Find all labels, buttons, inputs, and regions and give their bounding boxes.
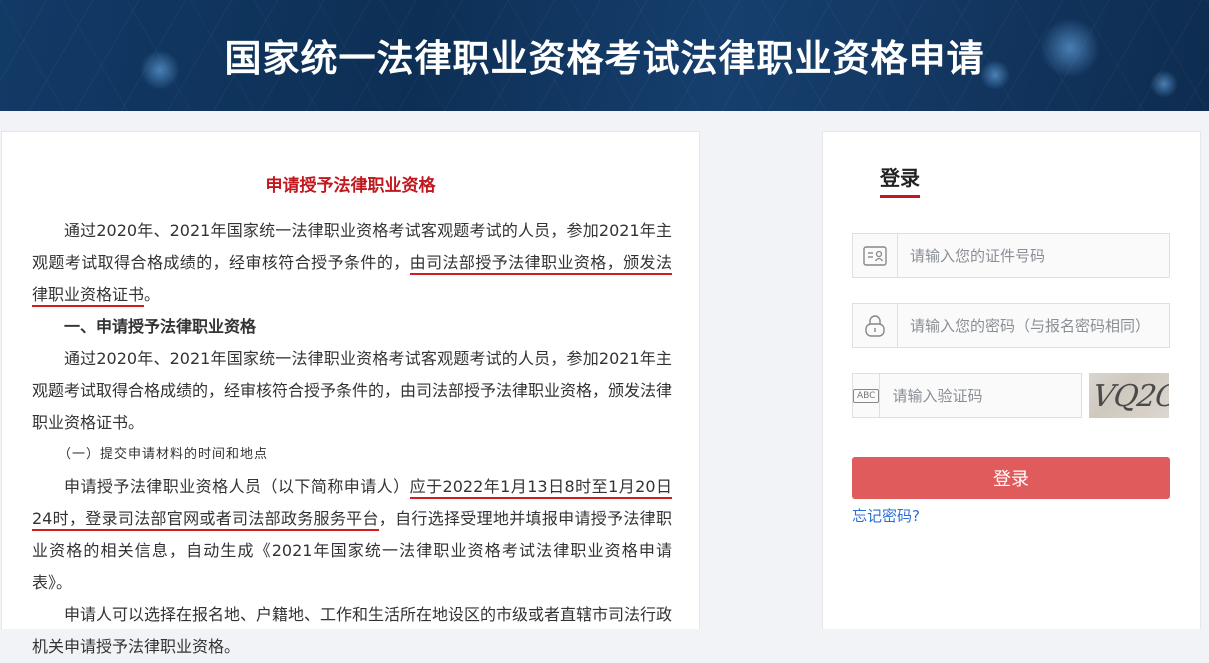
paragraph-text: 申请授予法律职业资格人员（以下简称申请人）: [64, 477, 410, 496]
article-panel: 申请授予法律职业资格 通过2020年、2021年国家统一法律职业资格考试客观题考…: [1, 131, 700, 656]
paragraph-2: 通过2020年、2021年国家统一法律职业资格考试客观题考试的人员，参加2021…: [32, 349, 673, 432]
id-number-field: [852, 233, 1170, 278]
login-panel: 登录 ABC VQ2C 登录: [822, 131, 1201, 629]
page-title: 国家统一法律职业资格考试法律职业资格申请: [224, 37, 985, 80]
paragraph-4: 申请人可以选择在报名地、户籍地、工作和生活所在地设区的市级或者直辖市司法行政机关…: [32, 605, 673, 656]
captcha-image[interactable]: VQ2C: [1089, 373, 1169, 418]
lock-icon: [853, 304, 898, 347]
paragraph-3: 申请授予法律职业资格人员（以下简称申请人）应于2022年1月13日8时至1月20…: [32, 471, 672, 599]
captcha-text: VQ2C: [1090, 379, 1169, 414]
section-heading: 一、申请授予法律职业资格: [64, 317, 257, 336]
subsection-heading: （一）提交申请材料的时间和地点: [58, 447, 269, 462]
header-banner: 国家统一法律职业资格考试法律职业资格申请: [0, 0, 1209, 111]
id-number-input[interactable]: [898, 234, 1169, 277]
forgot-password-link[interactable]: 忘记密码?: [852, 505, 920, 526]
captcha-abc-icon: ABC: [853, 374, 881, 417]
login-button[interactable]: 登录: [852, 457, 1170, 499]
login-title: 登录: [880, 162, 920, 198]
article-body: 通过2020年、2021年国家统一法律职业资格考试客观题考试的人员，参加2021…: [32, 215, 672, 663]
captcha-field: ABC: [852, 373, 1087, 418]
article-title: 申请授予法律职业资格: [265, 176, 436, 196]
abc-label: ABC: [853, 388, 880, 403]
id-card-icon: [853, 234, 898, 277]
password-field: [852, 303, 1170, 348]
captcha-input[interactable]: [880, 374, 1087, 417]
password-input[interactable]: [898, 304, 1169, 347]
paragraph-1: 通过2020年、2021年国家统一法律职业资格考试客观题考试的人员，参加2021…: [32, 215, 672, 311]
paragraph-text: 。: [144, 285, 161, 304]
